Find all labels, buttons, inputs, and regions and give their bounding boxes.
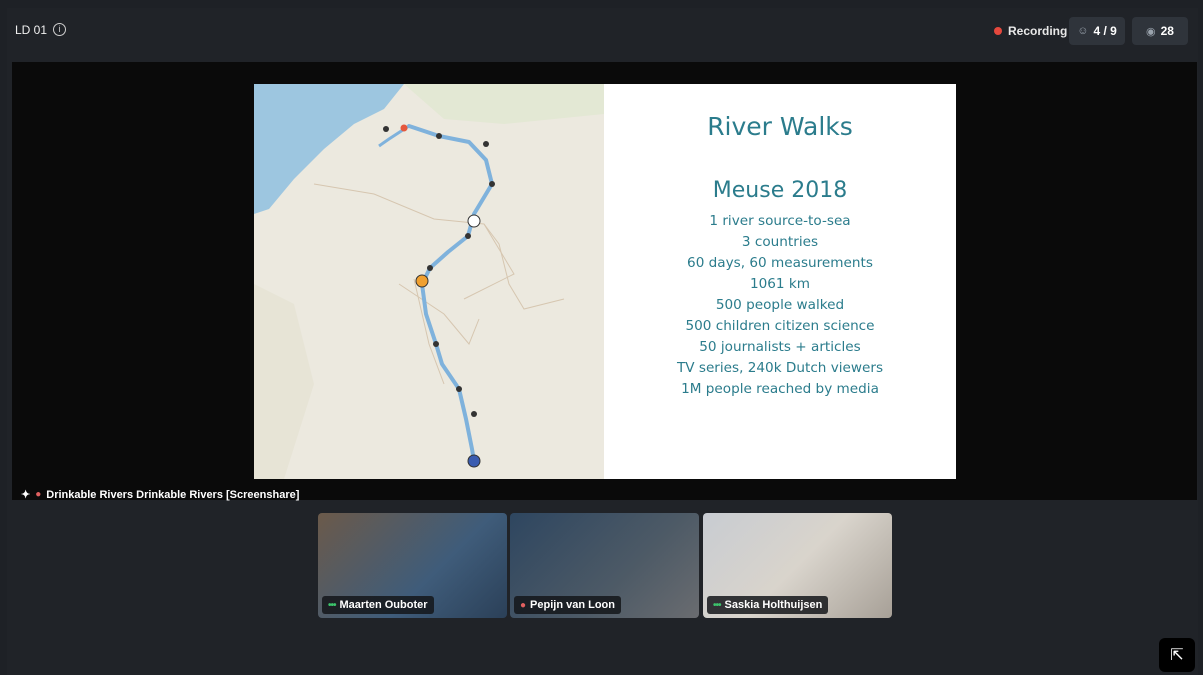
fact-item: TV series, 240k Dutch viewers [676,360,884,376]
screenshare-title: Drinkable Rivers Drinkable Rivers [Scree… [46,488,300,501]
eye-icon: ◉ [1146,25,1156,38]
fact-item: 500 children citizen science [685,318,875,334]
fact-item: 50 journalists + articles [699,339,861,355]
room-title: LD 01 [15,23,48,37]
recording-label: Recording [1008,24,1068,38]
mic-muted-icon: ● [520,599,527,611]
fact-item: 1M people reached by media [681,381,879,397]
mic-muted-icon: ● [35,489,42,500]
screenshare-stage: River Walks Meuse 2018 1 river source-to… [12,62,1197,500]
participant-tile[interactable]: ••• Maarten Ouboter [318,513,507,618]
participant-name-tag: ••• Maarten Ouboter [322,596,434,614]
slide-subtitle: Meuse 2018 [712,178,848,203]
fact-item: 60 days, 60 measurements [687,255,873,271]
fact-item: 1 river source-to-sea [709,213,851,229]
participants-count: 4 / 9 [1093,24,1117,38]
participant-name: Maarten Ouboter [339,599,428,611]
speaking-dots-icon: ••• [328,599,336,611]
speaking-dots-icon: ••• [713,599,721,611]
info-icon[interactable]: i [53,23,66,36]
fact-item: 1061 km [749,276,811,292]
meeting-window: LD 01 i Recording ☺ 4 / 9 ◉ 28 River Wal… [7,8,1198,675]
participant-name-tag: ••• Saskia Holthuijsen [707,596,829,614]
pin-icon[interactable]: ✦ [21,488,30,501]
meuse-route-map [254,84,604,479]
participant-tile[interactable]: ••• Saskia Holthuijsen [703,513,892,618]
participant-name: Saskia Holthuijsen [724,599,823,611]
presentation-slide: River Walks Meuse 2018 1 river source-to… [254,84,956,479]
participant-tile[interactable]: ● Pepijn van Loon [510,513,699,618]
top-bar: LD 01 i Recording ☺ 4 / 9 ◉ 28 [7,8,1198,54]
collapse-button[interactable]: ⇱ [1159,638,1195,672]
slide-title: River Walks [707,112,853,141]
recording-dot-icon [994,27,1002,35]
fact-item: 3 countries [741,234,819,250]
slide-text-panel: River Walks Meuse 2018 1 river source-to… [604,84,956,479]
participants-button[interactable]: ☺ 4 / 9 [1069,17,1125,45]
facts-list: 1 river source-to-sea 3 countries 60 day… [604,211,956,400]
viewers-button[interactable]: ◉ 28 [1132,17,1188,45]
participant-name-tag: ● Pepijn van Loon [514,596,621,614]
participant-name: Pepijn van Loon [530,599,615,611]
recording-indicator: Recording [994,24,1067,38]
fact-item: 500 people walked [715,297,845,313]
viewers-count: 28 [1160,24,1174,38]
screenshare-label: ✦ ● Drinkable Rivers Drinkable Rivers [S… [21,488,300,502]
people-icon: ☺ [1077,25,1089,37]
collapse-icon: ⇱ [1170,647,1184,664]
